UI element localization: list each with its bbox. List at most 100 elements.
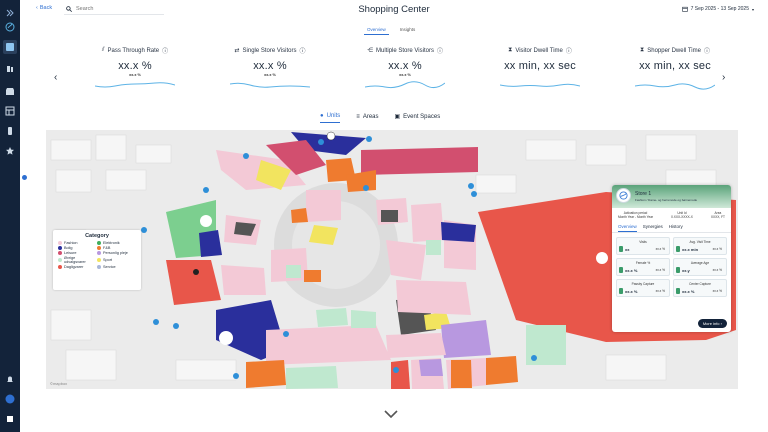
legend-item[interactable]: Elektronik: [97, 241, 136, 245]
legend-item[interactable]: Øvrige udvalgsvarer: [58, 256, 97, 264]
tab-label: Areas: [362, 113, 379, 120]
kpi-value: xx.x %: [253, 60, 287, 72]
chart-icon: ⫽: [101, 47, 105, 53]
map-icon[interactable]: [3, 62, 17, 76]
info-icon[interactable]: ⓘ: [162, 46, 168, 55]
tab-label: Units: [326, 113, 341, 119]
kpi-sparkline: [365, 81, 445, 89]
kpi-card: ⋲ Multiple Store Visitors ⓘ xx.x % xx.x %: [350, 46, 460, 90]
legend-item[interactable]: Personlig pleje: [97, 251, 136, 255]
device-icon[interactable]: [3, 124, 17, 138]
info-icon[interactable]: ⓘ: [704, 46, 710, 55]
tab-label: Event Spaces: [403, 113, 441, 120]
calendar-icon: [681, 6, 688, 12]
kpi-comparison: xx.x %: [399, 73, 411, 77]
metric-icon: [676, 288, 680, 294]
metric-icon: [619, 267, 623, 273]
map-tabs: ● Units ≡ Areas ▣ Event Spaces: [320, 113, 440, 123]
metric-icon: [619, 246, 623, 252]
kpi-comparison: xx.x %: [129, 73, 141, 77]
kpi-comparison: xx.x %: [264, 73, 276, 77]
avatar[interactable]: [3, 392, 17, 406]
dashboard-icon[interactable]: [3, 40, 17, 54]
tab-units[interactable]: ● Units: [320, 113, 341, 123]
date-range-text: 7 Sep 2025 - 13 Sep 2025: [690, 6, 749, 12]
kpi-sparkline: [500, 83, 580, 87]
tab-overview[interactable]: Overview: [618, 224, 637, 232]
kpi-sparkline: [95, 82, 175, 88]
kpi-card: ⇄ Single Store Visitors ⓘ xx.x % xx.x %: [215, 46, 325, 90]
kpi-title: Visitor Dwell Time: [515, 47, 563, 54]
kpi-value: xx min, xx sec: [639, 60, 711, 72]
settings-icon[interactable]: [3, 412, 17, 426]
scroll-indicator: [22, 175, 27, 180]
legend-item[interactable]: Dagligvarer: [58, 265, 97, 269]
legend-item[interactable]: Sport: [97, 256, 136, 264]
kpi-sparkline: [230, 82, 310, 88]
store-icon[interactable]: [3, 84, 17, 98]
tab-overview[interactable]: Overview: [364, 25, 389, 35]
metric-tile: Female % xx.x % xx.x %: [616, 258, 670, 276]
store-detail-card: Store 1 Fashion / Dame- og herremode og …: [612, 185, 731, 332]
legend-item[interactable]: Service: [97, 265, 136, 269]
sidebar: [0, 0, 20, 432]
metric-tile: Visits xx xx.x %: [616, 237, 670, 255]
hourglass-icon: ⧗: [508, 47, 513, 53]
logo-icon: [3, 20, 17, 34]
kpi-value: xx.x %: [388, 60, 422, 72]
kpi-value: xx.x %: [118, 60, 152, 72]
metric-tile: Avg. Visit Time xx.x min xx.x %: [673, 237, 727, 255]
chevron-right-icon: ›: [720, 321, 722, 326]
tab-synergies[interactable]: Synergies: [643, 224, 663, 232]
metric-tile: Passby Capture xx.x % xx.x %: [616, 279, 670, 297]
kpi-title: Shopper Dwell Time: [647, 47, 701, 54]
kpi-card: ⧗ Visitor Dwell Time ⓘ xx min, xx sec: [485, 46, 595, 90]
metric-icon: [676, 267, 680, 273]
scroll-down-button[interactable]: [384, 405, 398, 423]
tab-history[interactable]: History: [669, 224, 683, 232]
info-icon[interactable]: ⓘ: [437, 46, 443, 55]
info-value: 0.XXX-XXXX-X: [671, 215, 693, 219]
info-value: Month Year - Month Year: [618, 215, 654, 219]
star-icon[interactable]: [3, 144, 17, 158]
store-metrics: Visits xx xx.x % Avg. Visit Time xx.x min xx…: [612, 233, 731, 297]
hourglass-icon: ⧗: [640, 47, 645, 53]
info-icon[interactable]: ⓘ: [566, 46, 572, 55]
topbar: ‹ Back Shopping Center 7 Sep 2025 - 13 S…: [20, 0, 768, 20]
kpi-title: Single Store Visitors: [242, 47, 297, 54]
metric-icon: [676, 246, 680, 252]
metric-tile: Average Age xx.y xx.x %: [673, 258, 727, 276]
legend-item[interactable]: Bolig: [58, 246, 97, 250]
view-tabs: Overview Insights: [364, 25, 418, 35]
store-name: Store 1: [635, 191, 652, 197]
info-icon[interactable]: ⓘ: [299, 46, 305, 55]
date-range-picker[interactable]: 7 Sep 2025 - 13 Sep 2025 ▾: [681, 6, 754, 12]
legend-title: Category: [85, 233, 109, 239]
map-attribution: ©mapbox: [50, 381, 68, 386]
store-logo-icon: [616, 188, 631, 203]
tab-areas[interactable]: ≡ Areas: [356, 113, 378, 123]
layout-icon[interactable]: [3, 104, 17, 118]
more-info-button[interactable]: More info ›: [697, 319, 727, 328]
kpi-value: xx min, xx sec: [504, 60, 576, 72]
kpi-carousel: ⫽ Pass Through Rate ⓘ xx.x % xx.x % ⇄ Singl…: [50, 46, 740, 106]
category-legend: Category Fashion Elektronik Bolig F&B Le…: [53, 230, 141, 290]
metric-tile: Center Capture xx.x % xx.x %: [673, 279, 727, 297]
legend-item[interactable]: Leisure: [58, 251, 97, 255]
arrows-icon: ⇄: [234, 48, 240, 54]
bell-icon[interactable]: [3, 372, 17, 386]
legend-item[interactable]: Fashion: [58, 241, 97, 245]
metric-icon: [619, 288, 623, 294]
tab-event-spaces[interactable]: ▣ Event Spaces: [395, 113, 441, 123]
store-card-header: Store 1 Fashion / Dame- og herremode og …: [612, 185, 731, 208]
kpi-title: Pass Through Rate: [107, 47, 160, 54]
info-value: XXXX, FT: [710, 215, 725, 219]
kpi-sparkline: [635, 83, 715, 90]
share-icon: ⋲: [367, 48, 374, 54]
tab-insights[interactable]: Insights: [397, 25, 419, 35]
kpi-card: ⫽ Pass Through Rate ⓘ xx.x % xx.x %: [80, 46, 190, 90]
page-title: Shopping Center: [358, 4, 430, 15]
legend-item[interactable]: F&B: [97, 246, 136, 250]
kpi-card: ⧗ Shopper Dwell Time ⓘ xx min, xx sec: [620, 46, 730, 90]
expand-icon[interactable]: [3, 6, 17, 20]
